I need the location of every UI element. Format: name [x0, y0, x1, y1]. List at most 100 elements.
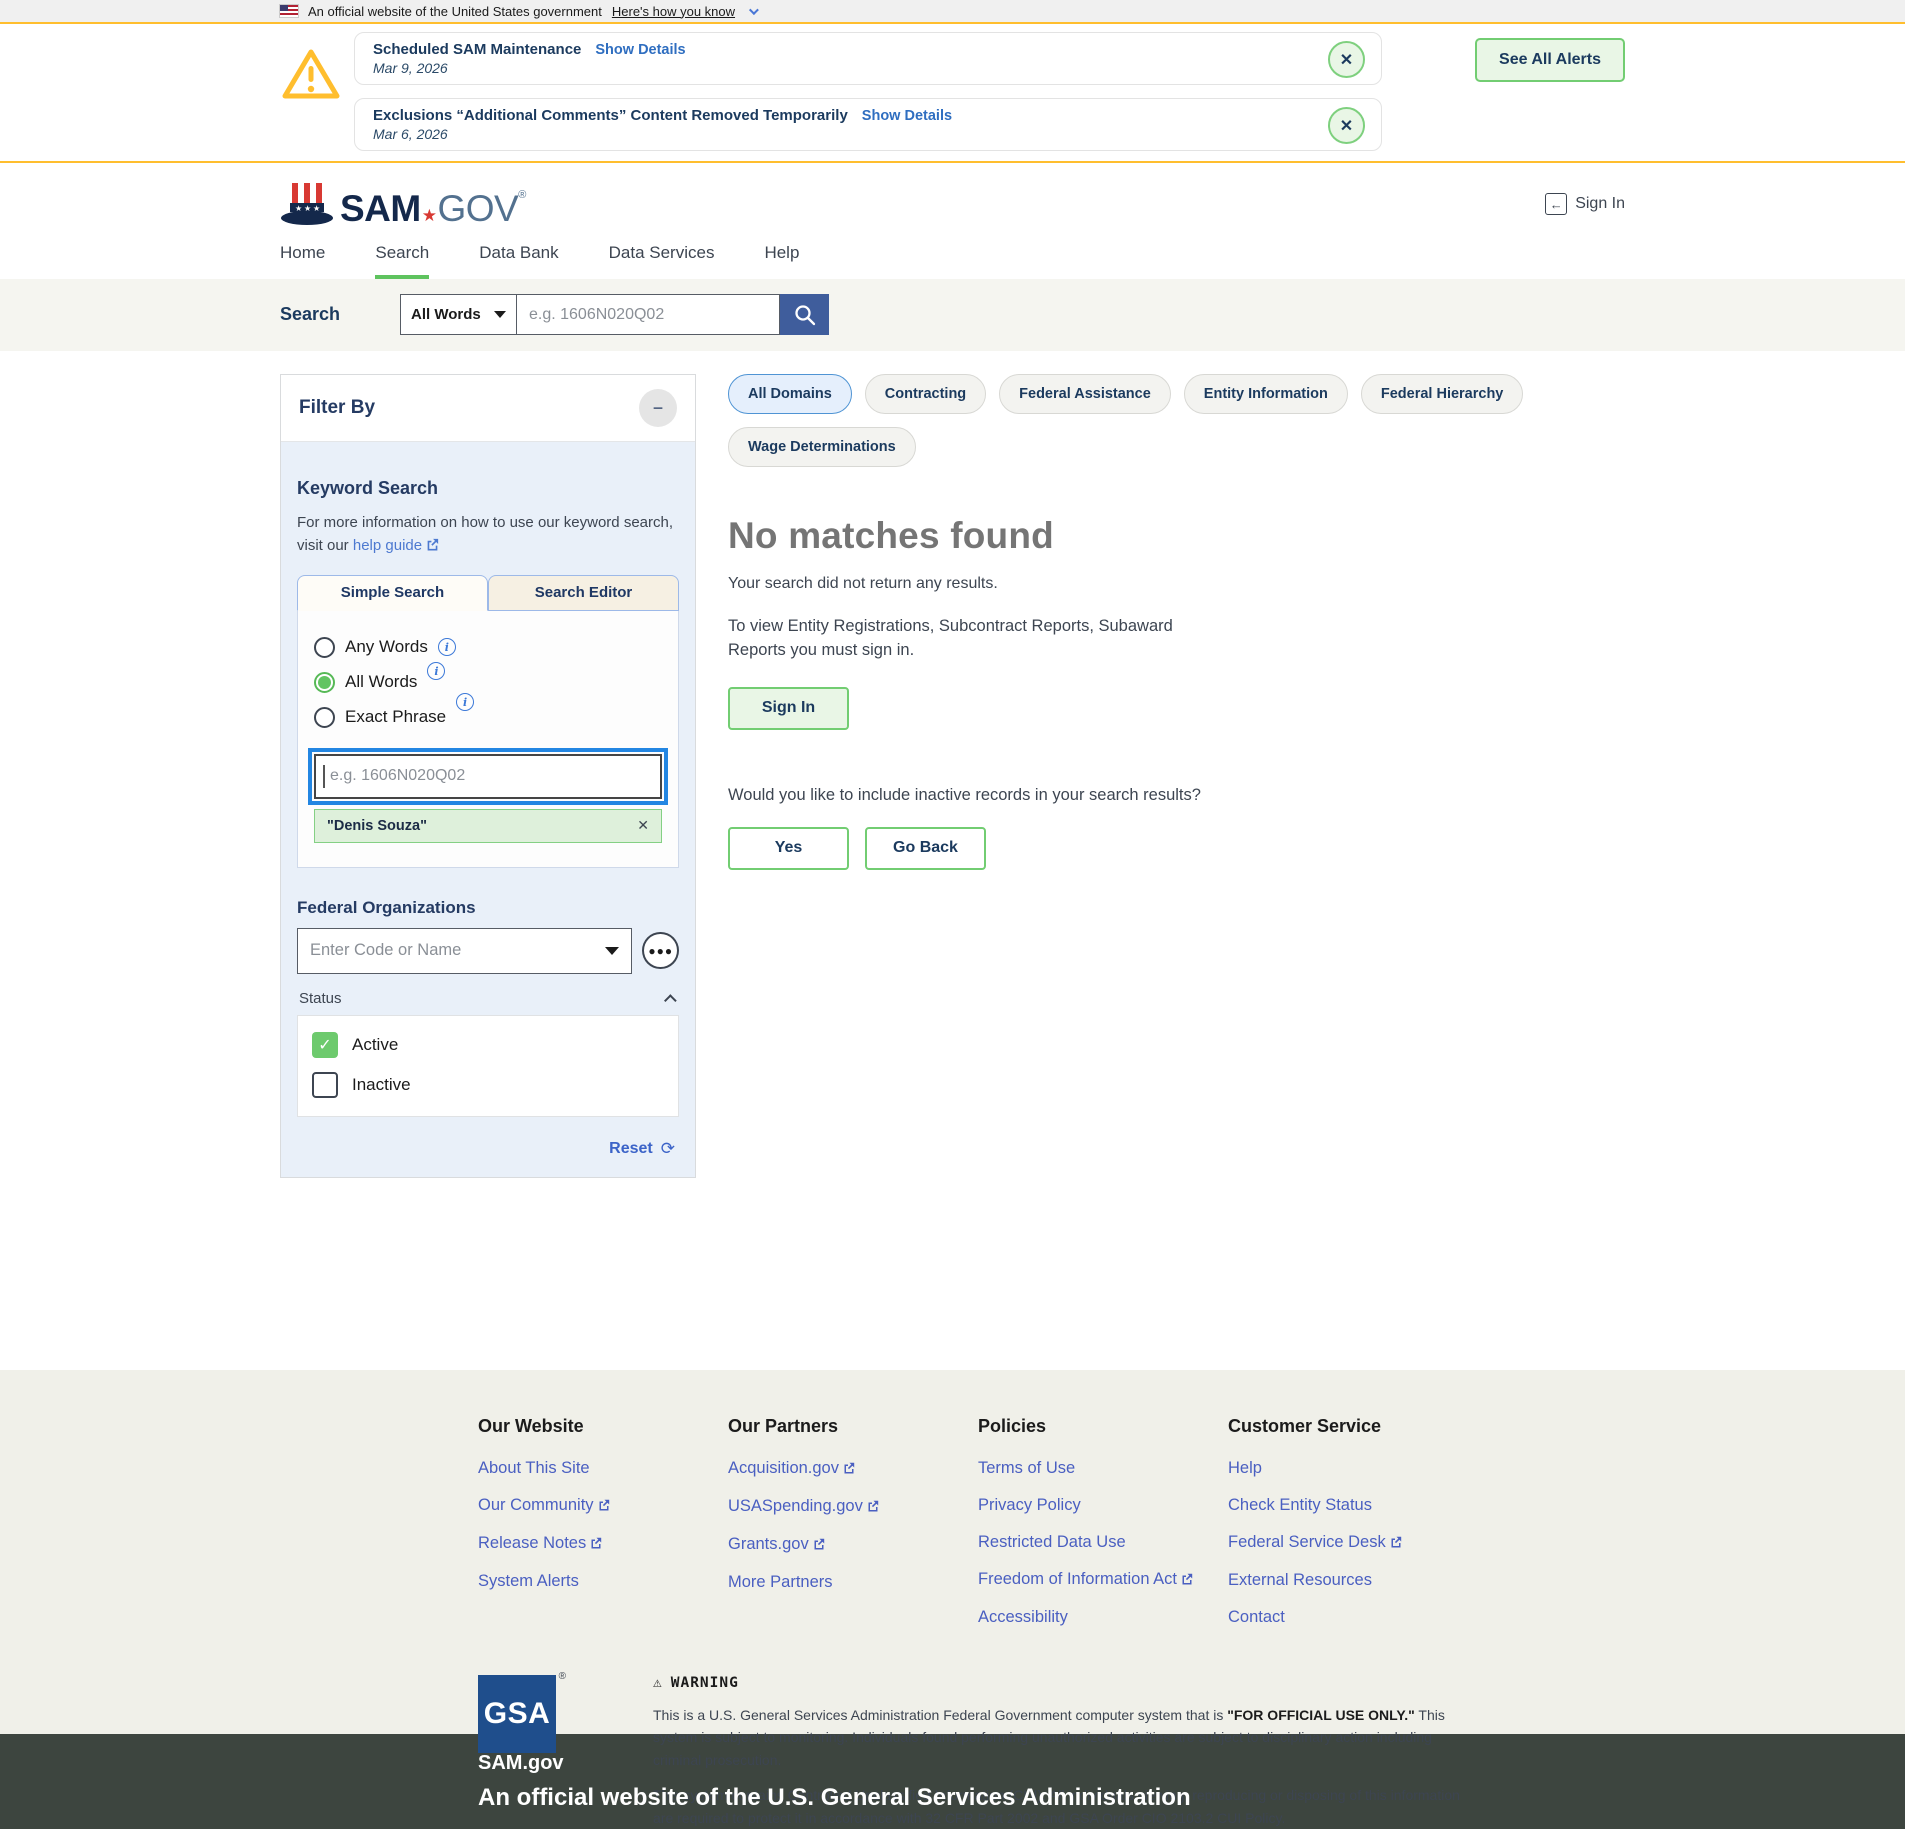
warning-triangle-small-icon: ⚠ [653, 1675, 663, 1691]
checkbox-active[interactable]: ✓ [312, 1031, 338, 1058]
global-search-input[interactable] [517, 294, 780, 335]
site-footer: Our Website About This Site Our Communit… [0, 1370, 1905, 1826]
footer-link-more-partners[interactable]: More Partners [728, 1573, 978, 1592]
nav-item-home[interactable]: Home [280, 243, 325, 279]
domain-tab-all-domains[interactable]: All Domains [728, 374, 852, 414]
footer-link-accessibility[interactable]: Accessibility [978, 1608, 1228, 1627]
sign-in-label: Sign In [1575, 195, 1625, 212]
footer-link-label: Acquisition.gov [728, 1459, 839, 1477]
reset-refresh-icon[interactable]: ⟳ [661, 1139, 675, 1159]
external-link-icon [1390, 1534, 1402, 1553]
results-sign-in-button[interactable]: Sign In [728, 686, 849, 730]
include-inactive-question: Would you like to include inactive recor… [728, 785, 1201, 804]
alert-close-button[interactable]: ✕ [1328, 41, 1365, 78]
status-options: ✓ Active Inactive [297, 1014, 679, 1117]
show-details-link[interactable]: Show Details [595, 42, 685, 58]
federal-org-combobox[interactable]: Enter Code or Name [297, 927, 633, 974]
uncle-sam-hat-icon: ★ ★ ★ [281, 183, 333, 225]
federal-org-placeholder: Enter Code or Name [310, 941, 462, 959]
footer-link-release-notes[interactable]: Release Notes [478, 1534, 728, 1554]
footer-link-external-resources[interactable]: External Resources [1228, 1571, 1488, 1590]
tab-simple-search[interactable]: Simple Search [297, 574, 488, 611]
footer-col-customer-service: Customer Service Help Check Entity Statu… [1228, 1416, 1488, 1645]
status-section-label: Status [299, 989, 342, 1007]
radio-any-words[interactable] [314, 636, 335, 658]
radio-exact-phrase-label: Exact Phrase [345, 707, 447, 726]
footer-link-our-community[interactable]: Our Community [478, 1496, 728, 1516]
info-icon[interactable]: i [427, 662, 446, 680]
reset-link[interactable]: Reset [609, 1140, 653, 1158]
brand-gov-text: GOV [437, 188, 519, 229]
footer-link-acquisition-gov[interactable]: Acquisition.gov [728, 1459, 978, 1479]
footer-link-contact[interactable]: Contact [1228, 1608, 1488, 1627]
domain-tab-federal-assistance[interactable]: Federal Assistance [999, 374, 1171, 414]
warning-triangle-icon [280, 46, 342, 109]
footer-link-label: USASpending.gov [728, 1497, 863, 1515]
radio-exact-phrase[interactable] [314, 706, 335, 728]
keyword-chip-label: "Denis Souza" [327, 817, 427, 834]
site-header: ★ ★ ★ SAM★GOV® ← Sign In [0, 163, 1905, 233]
footer-col-our-partners: Our Partners Acquisition.gov USASpending… [728, 1416, 978, 1645]
nav-item-data-services[interactable]: Data Services [609, 243, 715, 279]
yes-button[interactable]: Yes [728, 826, 849, 870]
heres-how-you-know-link[interactable]: Here's how you know [612, 4, 735, 19]
footer-link-federal-service-desk[interactable]: Federal Service Desk [1228, 1533, 1488, 1553]
domain-tab-wage-determinations[interactable]: Wage Determinations [728, 427, 916, 467]
alert-title: Exclusions “Additional Comments” Content… [373, 107, 848, 124]
nav-item-search[interactable]: Search [375, 243, 430, 279]
simple-search-panel: Any Words i All Words i Exact Phrase i e… [297, 610, 679, 868]
nav-item-help[interactable]: Help [764, 243, 799, 279]
footer-link-check-entity-status[interactable]: Check Entity Status [1228, 1496, 1488, 1515]
search-mode-value: All Words [411, 306, 481, 323]
chevron-down-icon[interactable] [748, 4, 759, 15]
info-icon[interactable]: i [437, 638, 456, 656]
header-sign-in-link[interactable]: ← Sign In [1545, 193, 1625, 215]
radio-any-words-label: Any Words [345, 637, 428, 656]
brand-sam-text: SAM [340, 188, 421, 229]
domain-tab-federal-hierarchy[interactable]: Federal Hierarchy [1360, 374, 1524, 414]
footer-link-system-alerts[interactable]: System Alerts [478, 1572, 728, 1591]
show-details-link[interactable]: Show Details [862, 108, 952, 124]
footer-link-terms-of-use[interactable]: Terms of Use [978, 1459, 1228, 1478]
warning-text: This is a U.S. General Services Administ… [653, 1707, 1228, 1723]
footer-link-grants-gov[interactable]: Grants.gov [728, 1535, 978, 1555]
tab-search-editor[interactable]: Search Editor [488, 574, 679, 611]
filter-collapse-button[interactable]: − [639, 389, 677, 427]
caret-down-icon [605, 946, 620, 955]
go-back-button[interactable]: Go Back [865, 826, 986, 870]
chevron-up-icon[interactable] [664, 993, 677, 1007]
brand-star-icon: ★ [421, 206, 437, 225]
footer-link-privacy-policy[interactable]: Privacy Policy [978, 1496, 1228, 1515]
no-results-text: Your search did not return any results. [728, 575, 998, 592]
footer-link-restricted-data-use[interactable]: Restricted Data Use [978, 1533, 1228, 1552]
federal-org-more-button[interactable]: ●●● [642, 932, 679, 969]
magnifier-icon [794, 304, 815, 325]
chip-remove-icon[interactable]: ✕ [637, 817, 649, 834]
alert-card: Scheduled SAM Maintenance Show Details M… [354, 32, 1382, 85]
us-flag-icon [279, 4, 299, 18]
search-mode-select[interactable]: All Words [400, 294, 517, 335]
alert-card: Exclusions “Additional Comments” Content… [354, 98, 1382, 151]
footer-link-label: Federal Service Desk [1228, 1533, 1386, 1551]
warning-paragraph-1: This is a U.S. General Services Administ… [653, 1704, 1468, 1771]
search-submit-button[interactable] [780, 294, 829, 335]
external-link-icon [813, 1536, 825, 1555]
domain-tab-entity-information[interactable]: Entity Information [1183, 374, 1348, 414]
sam-gov-logo[interactable]: ★ ★ ★ SAM★GOV® [280, 181, 526, 227]
checkbox-inactive[interactable] [312, 1071, 338, 1098]
footer-link-about-this-site[interactable]: About This Site [478, 1459, 728, 1478]
footer-link-foia[interactable]: Freedom of Information Act [978, 1570, 1228, 1590]
keyword-search-input[interactable] [308, 747, 668, 805]
footer-link-usaspending-gov[interactable]: USASpending.gov [728, 1497, 978, 1517]
help-guide-link[interactable]: help guide [353, 537, 422, 554]
info-icon[interactable]: i [456, 693, 475, 711]
nav-item-data-bank[interactable]: Data Bank [479, 243, 558, 279]
radio-all-words[interactable] [314, 671, 335, 693]
footer-col-title: Our Website [478, 1416, 584, 1436]
alert-date: Mar 9, 2026 [373, 60, 448, 76]
see-all-alerts-button[interactable]: See All Alerts [1475, 38, 1625, 82]
alert-close-button[interactable]: ✕ [1328, 107, 1365, 144]
footer-link-help[interactable]: Help [1228, 1459, 1488, 1478]
external-link-icon [426, 535, 439, 558]
domain-tab-contracting[interactable]: Contracting [864, 374, 987, 414]
